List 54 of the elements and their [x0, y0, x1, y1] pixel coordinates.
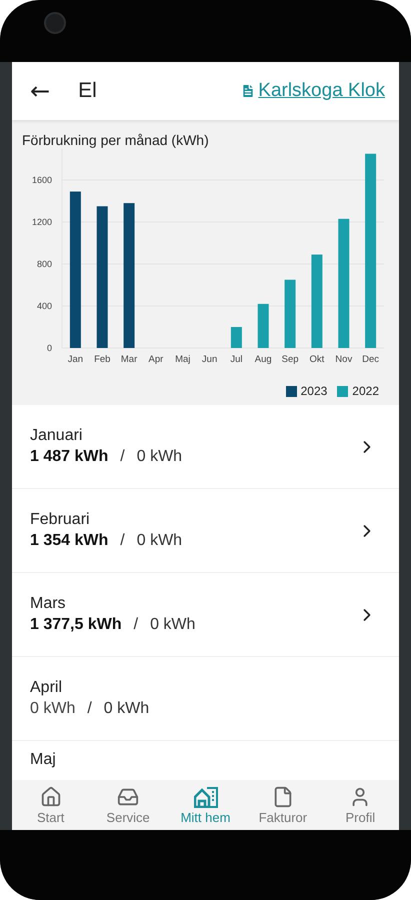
chart-title: Förbrukning per månad (kWh): [22, 132, 210, 148]
previous-usage: 0 kWh: [150, 616, 196, 634]
separator: /: [120, 532, 125, 550]
current-usage: 1 377,5 kWh: [30, 616, 122, 634]
nav-tab[interactable]: Service: [89, 780, 167, 830]
previous-usage: 0 kWh: [136, 532, 182, 550]
month-name: April: [30, 679, 64, 697]
nav-tab[interactable]: Mitt hem: [166, 780, 244, 830]
axis-tick-label: 1600: [32, 175, 52, 185]
month-row[interactable]: Februari 1 354 kWh / 0 kWh: [12, 489, 399, 573]
month-label: Apr: [148, 354, 164, 365]
axis-tick-label: 400: [36, 301, 52, 311]
month-label: Feb: [94, 354, 110, 365]
nav-tab[interactable]: Fakturor: [244, 780, 322, 830]
nav-tab[interactable]: Profil: [322, 780, 399, 830]
current-usage: 1 354 kWh: [30, 532, 108, 550]
separator: /: [134, 616, 138, 634]
month-name: Mars: [30, 595, 67, 613]
month-row[interactable]: Mars 1 377,5 kWh / 0 kWh: [12, 573, 399, 657]
month-label: Mar: [120, 354, 138, 365]
bar: [230, 327, 242, 348]
bar: [284, 280, 296, 348]
axis-tick-label: 0: [46, 343, 52, 353]
month-name: Februari: [30, 511, 91, 529]
house-building-icon: [194, 786, 218, 808]
month-name: Maj: [30, 751, 56, 768]
month-row[interactable]: Januari 1 487 kWh / 0 kWh: [12, 405, 399, 489]
axis-tick-label: 1200: [32, 217, 52, 227]
page-title: El: [78, 79, 98, 103]
month-label: Jun: [202, 354, 218, 365]
legend-item: 2022: [337, 384, 379, 398]
current-usage: 1 487 kWh: [30, 448, 108, 466]
legend-item: 2023: [286, 384, 328, 398]
separator: /: [120, 448, 125, 466]
axis-tick-label: 800: [36, 259, 52, 269]
back-button[interactable]: ←: [30, 77, 50, 105]
month-label: Okt: [310, 354, 324, 365]
month-name: Januari: [30, 427, 84, 445]
month-label: Dec: [362, 354, 380, 365]
previous-usage: 0 kWh: [136, 448, 182, 466]
month-label: Jul: [230, 354, 242, 365]
separator: /: [87, 700, 92, 718]
month-label: Maj: [175, 354, 190, 365]
month-label: Jan: [68, 354, 84, 365]
month-label: Sep: [282, 354, 299, 365]
month-label: Nov: [335, 354, 352, 365]
camera-icon: [44, 12, 66, 34]
home-icon: [40, 786, 62, 808]
nav-tab[interactable]: Start: [12, 780, 90, 830]
month-label: Aug: [254, 354, 272, 365]
bar: [258, 304, 269, 348]
current-usage: 0 kWh: [30, 700, 76, 718]
previous-usage: 0 kWh: [104, 700, 150, 718]
document-link[interactable]: Karlskoga Klok: [240, 80, 385, 102]
